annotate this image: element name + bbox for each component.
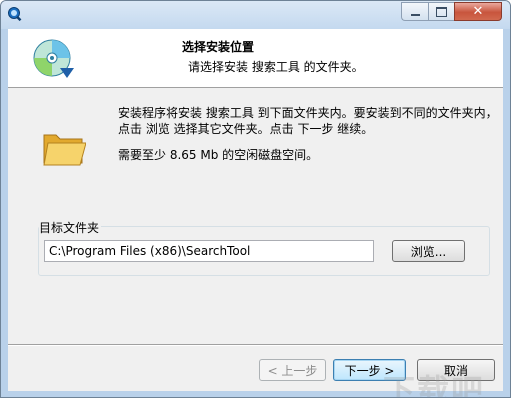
wizard-client-area: 选择安装位置 请选择安装 搜索工具 的文件夹。 安装程序将安装 搜索工具 到下面… <box>8 29 503 397</box>
destination-group-label: 目标文件夹 <box>39 219 102 236</box>
minimize-button[interactable] <box>401 2 428 21</box>
maximize-icon <box>436 6 447 17</box>
destination-path-input[interactable] <box>44 240 374 262</box>
disc-install-icon <box>33 39 74 78</box>
installer-window: ✕ 选择安装位置 请选择安装 搜索工具 的文件夹。 安装程序将安装 搜索工具 到… <box>0 0 511 398</box>
next-button[interactable]: 下一步 > <box>333 359 406 381</box>
cancel-button[interactable]: 取消 <box>417 359 495 381</box>
close-button[interactable]: ✕ <box>454 2 502 21</box>
close-icon: ✕ <box>472 4 484 19</box>
footer-separator <box>8 344 503 346</box>
page-subtitle: 请选择安装 搜索工具 的文件夹。 <box>188 60 364 74</box>
folder-icon <box>43 134 86 166</box>
search-app-icon <box>8 7 22 22</box>
title-bar[interactable]: ✕ <box>1 1 510 29</box>
minimize-icon <box>410 13 420 16</box>
maximize-button[interactable] <box>428 2 454 21</box>
wizard-header: 选择安装位置 请选择安装 搜索工具 的文件夹。 <box>8 29 503 88</box>
page-title: 选择安装位置 <box>182 40 255 54</box>
install-description: 安装程序将安装 搜索工具 到下面文件夹内。要安装到不同的文件夹内，点击 浏览 选… <box>118 106 498 136</box>
space-required-text: 需要至少 8.65 Mb 的空闲磁盘空间。 <box>118 148 319 162</box>
browse-button[interactable]: 浏览... <box>392 240 465 262</box>
back-button[interactable]: < 上一步 <box>259 359 326 381</box>
